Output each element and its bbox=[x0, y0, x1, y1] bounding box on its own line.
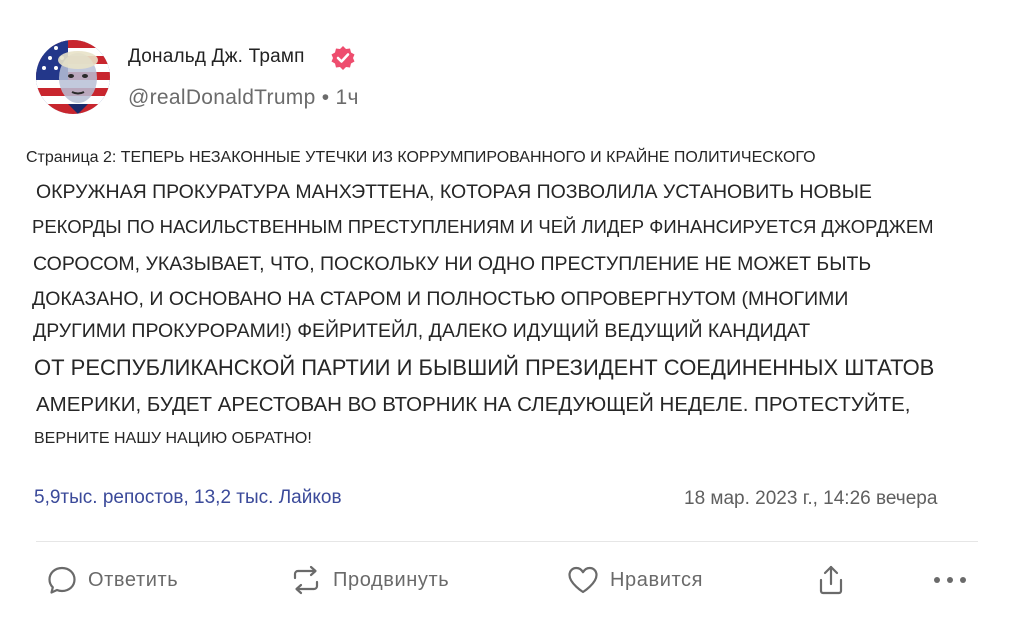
like-button[interactable]: Нравится bbox=[566, 560, 703, 600]
reply-button[interactable]: Ответить bbox=[46, 560, 178, 600]
divider bbox=[36, 541, 978, 542]
speech-bubble-icon bbox=[48, 566, 76, 594]
post-line: Страница 2: ТЕПЕРЬ НЕЗАКОННЫЕ УТЕЧКИ ИЗ … bbox=[26, 149, 816, 166]
reply-label: Ответить bbox=[88, 568, 179, 591]
post-card: Дональд Дж. Трамп @realDonaldTrump • 1ч … bbox=[0, 0, 1015, 639]
post-line: ДРУГИМИ ПРОКУРОРАМИ!) ФЕЙРИТЕЙЛ, ДАЛЕКО … bbox=[33, 320, 811, 342]
post-line: ВЕРНИТЕ НАШУ НАЦИЮ ОБРАТНО! bbox=[34, 430, 312, 447]
repost-button[interactable]: Продвинуть bbox=[289, 560, 449, 600]
separator-dot: • bbox=[321, 86, 330, 109]
post-date: 18 мар. 2023 г., 14:26 вечера bbox=[684, 488, 938, 509]
post-line: ОТ РЕСПУБЛИКАНСКОЙ ПАРТИИ И БЫВШИЙ ПРЕЗИ… bbox=[34, 355, 935, 380]
more-button[interactable] bbox=[932, 560, 968, 600]
avatar[interactable] bbox=[36, 40, 110, 114]
like-label: Нравится bbox=[610, 568, 704, 591]
author-name[interactable]: Дональд Дж. Трамп bbox=[128, 46, 305, 68]
share-icon bbox=[819, 565, 843, 595]
post-line: АМЕРИКИ, БУДЕТ АРЕСТОВАН ВО ВТОРНИК НА С… bbox=[36, 393, 911, 416]
more-dots-icon bbox=[934, 577, 966, 583]
share-button[interactable] bbox=[816, 560, 846, 600]
repost-arrows-icon bbox=[293, 565, 319, 595]
verified-badge-icon bbox=[330, 45, 356, 71]
post-line: ДОКАЗАНО, И ОСНОВАНО НА СТАРОМ И ПОЛНОСТ… bbox=[32, 288, 849, 310]
engagement-stats[interactable]: 5,9тыс. репостов, 13,2 тыс. Лайков bbox=[34, 487, 342, 509]
post-line: СОРОСОМ, УКАЗЫВАЕТ, ЧТО, ПОСКОЛЬКУ НИ ОД… bbox=[33, 253, 872, 275]
post-line: ОКРУЖНАЯ ПРОКУРАТУРА МАНХЭТТЕНА, КОТОРАЯ… bbox=[36, 181, 872, 203]
author-handle-line: @realDonaldTrump • 1ч bbox=[128, 86, 359, 110]
heart-icon bbox=[568, 566, 598, 594]
repost-label: Продвинуть bbox=[333, 568, 450, 591]
post-line: РЕКОРДЫ ПО НАСИЛЬСТВЕННЫМ ПРЕСТУПЛЕНИЯМ … bbox=[32, 216, 934, 237]
author-handle[interactable]: @realDonaldTrump bbox=[128, 86, 316, 109]
post-time[interactable]: 1ч bbox=[336, 86, 359, 109]
